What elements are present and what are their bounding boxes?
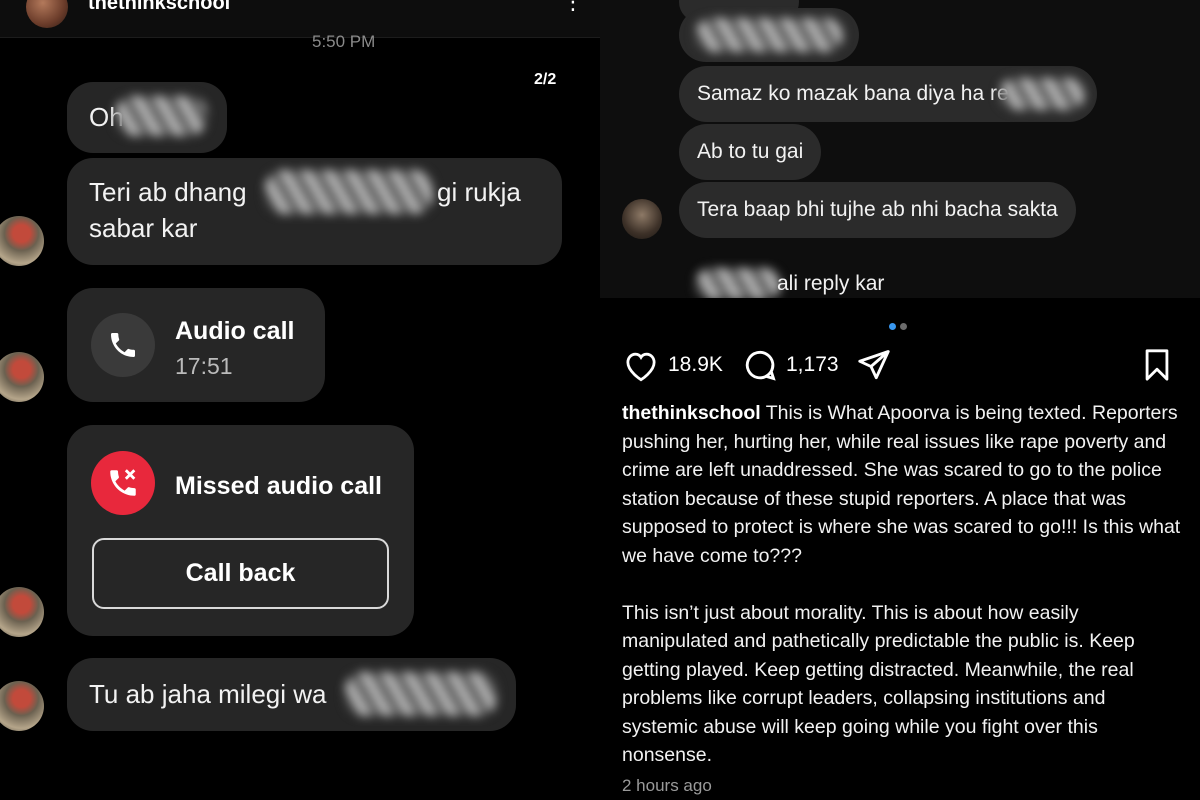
audio-call-title: Audio call xyxy=(175,317,295,345)
message-text: sabar kar xyxy=(89,213,198,243)
comment-action[interactable]: 1,173 xyxy=(742,346,839,384)
message-text: Tera baap bhi tujhe ab nhi bacha sakta xyxy=(697,198,1058,221)
more-options-icon[interactable]: ⋮ xyxy=(562,0,584,13)
sender-avatar[interactable] xyxy=(622,199,662,239)
missed-call-title: Missed audio call xyxy=(175,472,383,500)
message-text: Samaz ko mazak bana diya ha re xyxy=(697,82,1009,105)
redaction-scribble xyxy=(695,268,781,298)
message-bubble[interactable]: Oh xyxy=(67,82,227,153)
phone-icon xyxy=(91,313,155,377)
post-caption: thethinkschool This is What Apoorva is b… xyxy=(622,399,1182,770)
sender-avatar[interactable] xyxy=(0,352,44,402)
comment-count: 1,173 xyxy=(786,353,839,376)
carousel-dots xyxy=(889,317,911,335)
comment-icon[interactable] xyxy=(742,347,778,383)
header-avatar[interactable] xyxy=(26,0,68,28)
message-bubble[interactable] xyxy=(679,8,859,62)
redaction-scribble xyxy=(115,96,207,136)
bookmark-icon[interactable] xyxy=(1142,348,1172,382)
audio-call-card[interactable]: Audio call 17:51 xyxy=(67,288,325,402)
send-icon[interactable] xyxy=(856,347,892,383)
message-bubble[interactable]: Ab to tu gai xyxy=(679,124,822,180)
call-back-button[interactable]: Call back xyxy=(92,538,389,609)
like-count: 18.9K xyxy=(668,353,723,376)
header-username[interactable]: thethinkschool xyxy=(88,0,230,15)
caption-username[interactable]: thethinkschool xyxy=(622,402,761,424)
carousel-dot xyxy=(900,323,907,330)
sender-avatar[interactable] xyxy=(0,681,44,731)
sender-avatar[interactable] xyxy=(0,587,44,637)
image-pager: 2/2 xyxy=(534,71,557,88)
left-chat-panel: thethinkschool ⋮ 5:50 PM 2/2 Oh Teri ab … xyxy=(0,0,600,800)
caption-paragraph-1: This is What Apoorva is being texted. Re… xyxy=(622,402,1181,567)
right-chat-panel: Samaz ko mazak bana diya ha re Ab to tu … xyxy=(600,0,1200,298)
post-time: 2 hours ago xyxy=(622,776,712,795)
post-actions: 18.9K 1,173 xyxy=(622,346,1182,384)
save-action[interactable] xyxy=(1142,346,1172,384)
message-text: Ab to tu gai xyxy=(697,140,804,163)
carousel-dot-active xyxy=(889,323,896,330)
message-text: Teri ab dhang xyxy=(89,177,247,207)
missed-call-card: Missed audio call Call back xyxy=(67,425,414,636)
caption-paragraph-2: This isn’t just about morality. This is … xyxy=(622,601,1135,767)
heart-icon[interactable] xyxy=(622,348,660,382)
missed-call-icon xyxy=(91,451,155,515)
chat-header: thethinkschool ⋮ xyxy=(0,0,600,38)
message-bubble[interactable]: Tera baap bhi tujhe ab nhi bacha sakta xyxy=(679,182,1076,238)
post-panel: 18.9K 1,173 thethinkschool This is What … xyxy=(600,298,1200,800)
message-bubble[interactable]: Tu ab jaha milegi wa xyxy=(67,658,516,731)
message-bubble[interactable]: Teri ab dhang gi rukja sabar kar xyxy=(67,158,562,265)
message-text: gi rukja xyxy=(437,177,521,207)
redaction-scribble xyxy=(265,170,433,214)
redaction-scribble xyxy=(999,78,1085,110)
like-action[interactable]: 18.9K xyxy=(622,346,723,384)
sender-avatar[interactable] xyxy=(0,216,44,266)
message-bubble[interactable]: Samaz ko mazak bana diya ha re xyxy=(679,66,1097,122)
redaction-scribble xyxy=(695,18,843,52)
share-action[interactable] xyxy=(856,346,892,384)
audio-call-time: 17:51 xyxy=(175,353,233,379)
message-text: Tu ab jaha milegi wa xyxy=(89,679,327,709)
redaction-scribble xyxy=(345,672,497,716)
chat-timestamp: 5:50 PM xyxy=(312,32,376,51)
message-text: ali reply kar xyxy=(777,272,885,295)
